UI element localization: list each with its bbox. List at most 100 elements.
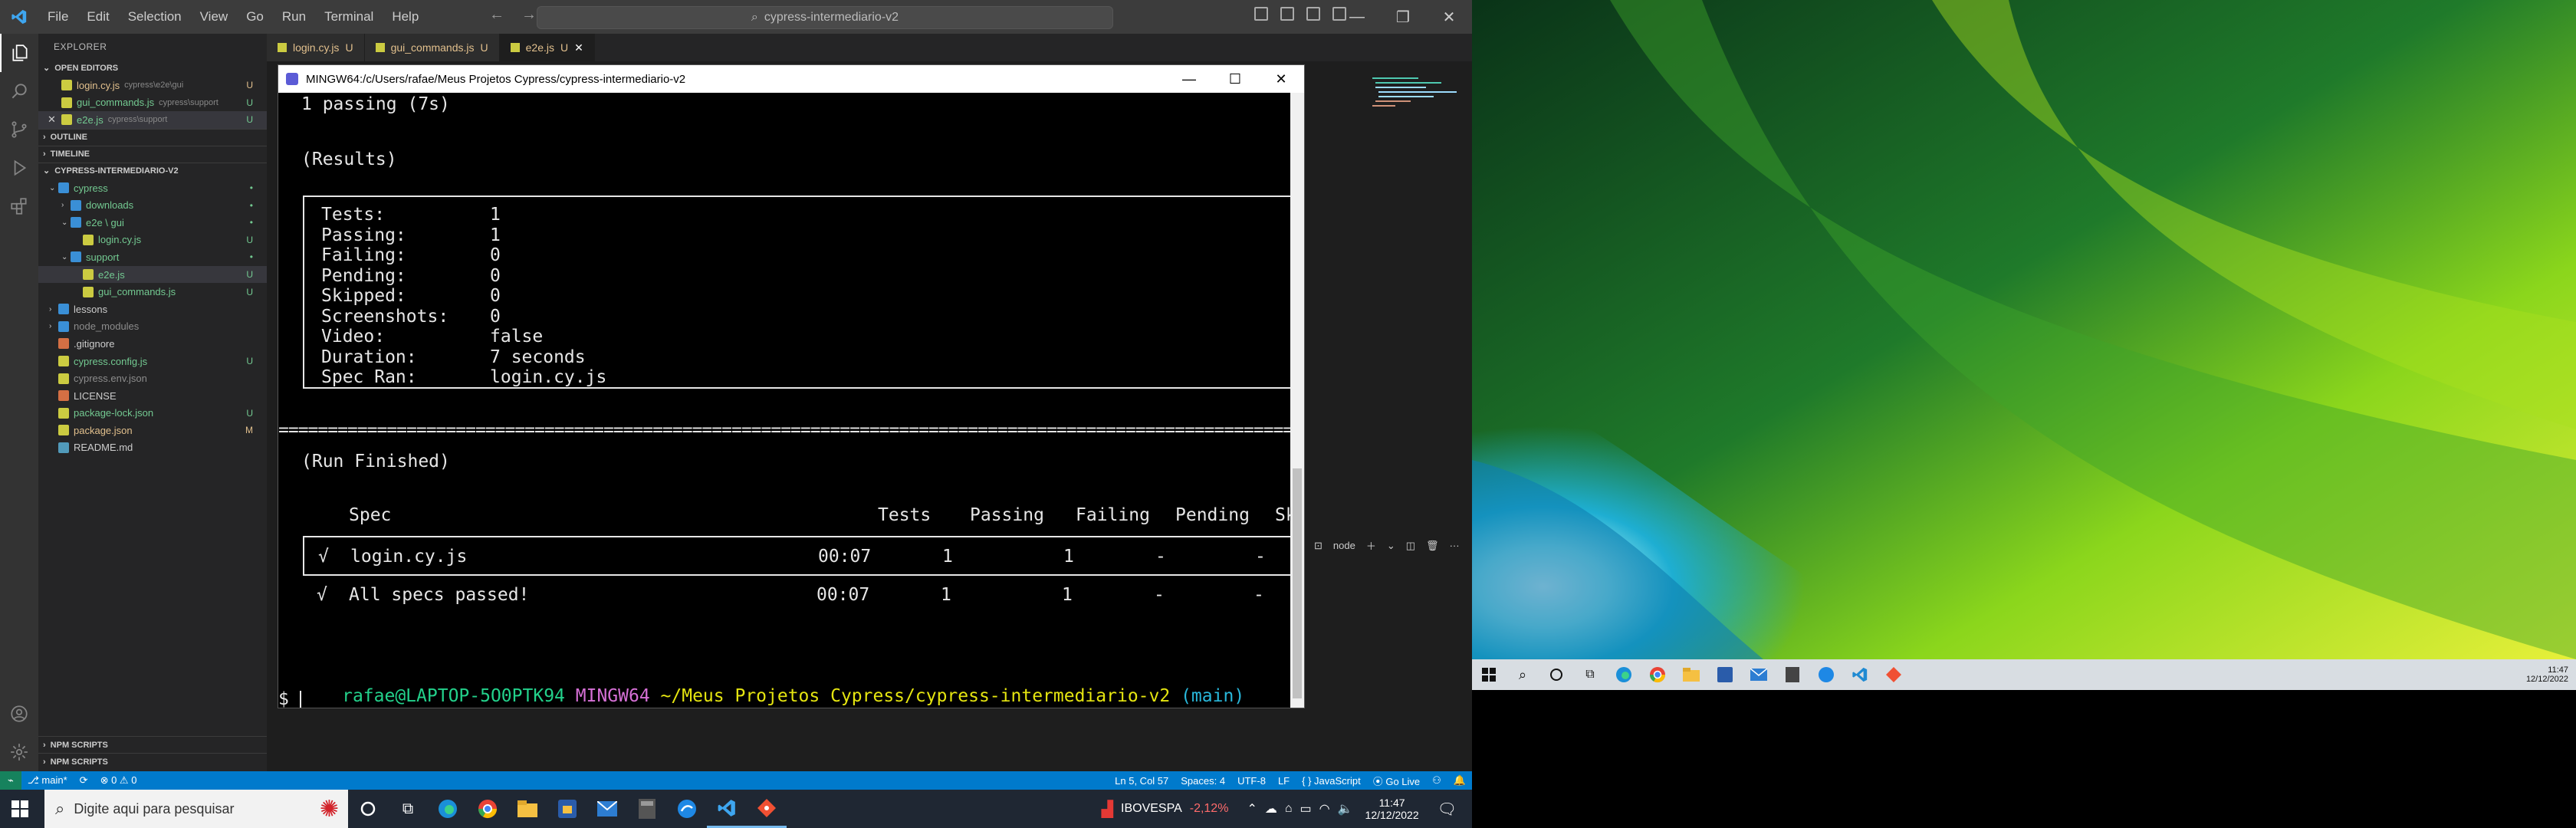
- git-gui-icon[interactable]: [1877, 659, 1911, 690]
- npm-scripts-header-2[interactable]: › NPM SCRIPTS: [38, 753, 267, 770]
- chevron-down-icon[interactable]: ⌄: [1387, 540, 1395, 552]
- tree-file[interactable]: cypress.config.js U: [38, 353, 267, 370]
- forward-arrow-icon[interactable]: →: [521, 6, 537, 24]
- toggle-panel-icon[interactable]: [1280, 7, 1294, 21]
- tree-folder[interactable]: ⌄ support •: [38, 248, 267, 266]
- chrome-icon[interactable]: [468, 790, 508, 828]
- outline-header[interactable]: › OUTLINE: [38, 128, 267, 146]
- file-explorer-icon[interactable]: [1674, 659, 1708, 690]
- battery-icon[interactable]: ▭: [1300, 801, 1312, 816]
- go-live-button[interactable]: ⦿ Go Live: [1367, 774, 1426, 788]
- second-monitor-clock[interactable]: 11:47 12/12/2022: [2526, 659, 2568, 690]
- remote-icon[interactable]: ⌁: [0, 771, 21, 790]
- menu-item-go[interactable]: Go: [237, 9, 273, 25]
- editor-tab[interactable]: login.cy.js U: [267, 34, 365, 61]
- tree-folder[interactable]: ⌄ cypress •: [38, 179, 267, 197]
- photos-icon[interactable]: [1809, 659, 1843, 690]
- close-button[interactable]: ✕: [1426, 0, 1472, 34]
- menu-item-selection[interactable]: Selection: [119, 9, 191, 25]
- tree-folder[interactable]: › downloads •: [38, 196, 267, 214]
- vscode-taskbar-icon[interactable]: [1843, 659, 1877, 690]
- mail-icon[interactable]: [1742, 659, 1776, 690]
- tree-file[interactable]: login.cy.js U: [38, 232, 267, 249]
- more-icon[interactable]: ···: [1450, 540, 1460, 551]
- editor-tab[interactable]: gui_commands.js U: [364, 34, 500, 61]
- tree-file[interactable]: gui_commands.js U: [38, 283, 267, 301]
- trash-icon[interactable]: 🗑: [1426, 540, 1439, 552]
- chrome-icon[interactable]: [1641, 659, 1674, 690]
- tree-file[interactable]: .gitignore: [38, 335, 267, 353]
- menu-item-help[interactable]: Help: [383, 9, 428, 25]
- close-icon[interactable]: ✕: [48, 113, 56, 126]
- extensions-icon[interactable]: [0, 187, 38, 225]
- indentation[interactable]: Spaces: 4: [1175, 775, 1231, 787]
- back-arrow-icon[interactable]: ←: [489, 6, 504, 24]
- network-icon[interactable]: ⌂: [1285, 802, 1293, 816]
- toggle-sidebar-icon[interactable]: [1254, 7, 1268, 21]
- tree-file[interactable]: cypress.env.json: [38, 370, 267, 387]
- wifi-icon[interactable]: ◠: [1319, 801, 1330, 816]
- menu-item-edit[interactable]: Edit: [77, 9, 118, 25]
- project-header[interactable]: ⌄ CYPRESS-INTERMEDIARIO-V2: [38, 162, 267, 179]
- menu-item-run[interactable]: Run: [273, 9, 315, 25]
- store-icon[interactable]: [1708, 659, 1742, 690]
- close-tab-icon[interactable]: ✕: [574, 41, 583, 54]
- tree-file[interactable]: LICENSE: [38, 387, 267, 405]
- tree-folder[interactable]: › node_modules: [38, 318, 267, 336]
- tree-file[interactable]: package.json M: [38, 422, 267, 439]
- onedrive-icon[interactable]: ☁: [1265, 801, 1277, 816]
- tree-folder[interactable]: › lessons: [38, 301, 267, 318]
- timeline-header[interactable]: › TIMELINE: [38, 145, 267, 163]
- sync-icon[interactable]: ⟳: [74, 774, 94, 787]
- open-editor-item[interactable]: ✕ e2e.js cypress\support U: [38, 111, 267, 129]
- maximize-button[interactable]: ☐: [1212, 65, 1258, 93]
- search-icon[interactable]: ⌕: [1506, 659, 1539, 690]
- notification-center-icon[interactable]: 🗨: [1438, 800, 1457, 819]
- edge-icon[interactable]: [1607, 659, 1641, 690]
- settings-gear-icon[interactable]: [0, 733, 38, 771]
- taskbar-clock[interactable]: 11:47 12/12/2022: [1365, 797, 1419, 821]
- npm-scripts-header[interactable]: › NPM SCRIPTS: [38, 736, 267, 753]
- photos-icon[interactable]: [667, 790, 707, 828]
- cortana-icon[interactable]: [1539, 659, 1573, 690]
- split-terminal-icon[interactable]: ◫: [1406, 540, 1415, 552]
- git-gui-icon[interactable]: [747, 790, 787, 828]
- tree-file[interactable]: README.md: [38, 439, 267, 457]
- mail-icon[interactable]: [587, 790, 627, 828]
- input-line[interactable]: $: [278, 689, 301, 708]
- minimize-button[interactable]: —: [1334, 0, 1380, 34]
- open-editor-item[interactable]: login.cy.js cypress\e2e\gui U: [38, 77, 267, 94]
- notifications-icon[interactable]: 🔔: [1447, 774, 1472, 787]
- explorer-icon[interactable]: [0, 34, 38, 72]
- edge-icon[interactable]: [428, 790, 468, 828]
- new-terminal-icon[interactable]: ＋: [1366, 538, 1376, 553]
- terminal-output[interactable]: 1 passing (7s) (Results) Tests: 1 Passing:…: [278, 93, 1292, 708]
- chevron-up-icon[interactable]: ⌃: [1247, 801, 1257, 816]
- terminal-name[interactable]: node: [1333, 540, 1355, 551]
- problems-indicator[interactable]: ⊗ 0 ⚠ 0: [94, 774, 143, 787]
- editor-tab[interactable]: e2e.js U ✕: [499, 34, 595, 61]
- command-center[interactable]: ⌕ cypress-intermediario-v2: [537, 6, 1113, 29]
- toggle-secondary-sidebar-icon[interactable]: [1306, 7, 1320, 21]
- tree-file[interactable]: package-lock.json U: [38, 405, 267, 422]
- open-editors-header[interactable]: ⌄ OPEN EDITORS: [38, 60, 267, 77]
- close-button[interactable]: ✕: [1258, 65, 1304, 93]
- terminal-scrollbar[interactable]: [1290, 93, 1304, 708]
- task-view-icon[interactable]: ⧉: [1573, 659, 1607, 690]
- menu-item-file[interactable]: File: [38, 9, 77, 25]
- account-icon[interactable]: [0, 695, 38, 733]
- minimize-button[interactable]: —: [1166, 65, 1212, 93]
- volume-icon[interactable]: 🔈: [1338, 801, 1353, 816]
- open-editor-item[interactable]: gui_commands.js cypress\support U: [38, 94, 267, 112]
- run-debug-icon[interactable]: [0, 149, 38, 187]
- task-view-icon[interactable]: ⧉: [388, 790, 428, 828]
- restore-button[interactable]: ❐: [1380, 0, 1426, 34]
- calculator-icon[interactable]: [627, 790, 667, 828]
- calculator-icon[interactable]: [1776, 659, 1809, 690]
- menu-item-terminal[interactable]: Terminal: [315, 9, 383, 25]
- accounts-status-icon[interactable]: ⚇: [1426, 774, 1447, 787]
- windows-start-icon[interactable]: [0, 790, 40, 828]
- encoding[interactable]: UTF-8: [1231, 775, 1272, 787]
- cortana-icon[interactable]: [348, 790, 388, 828]
- vscode-taskbar-icon[interactable]: [707, 790, 747, 828]
